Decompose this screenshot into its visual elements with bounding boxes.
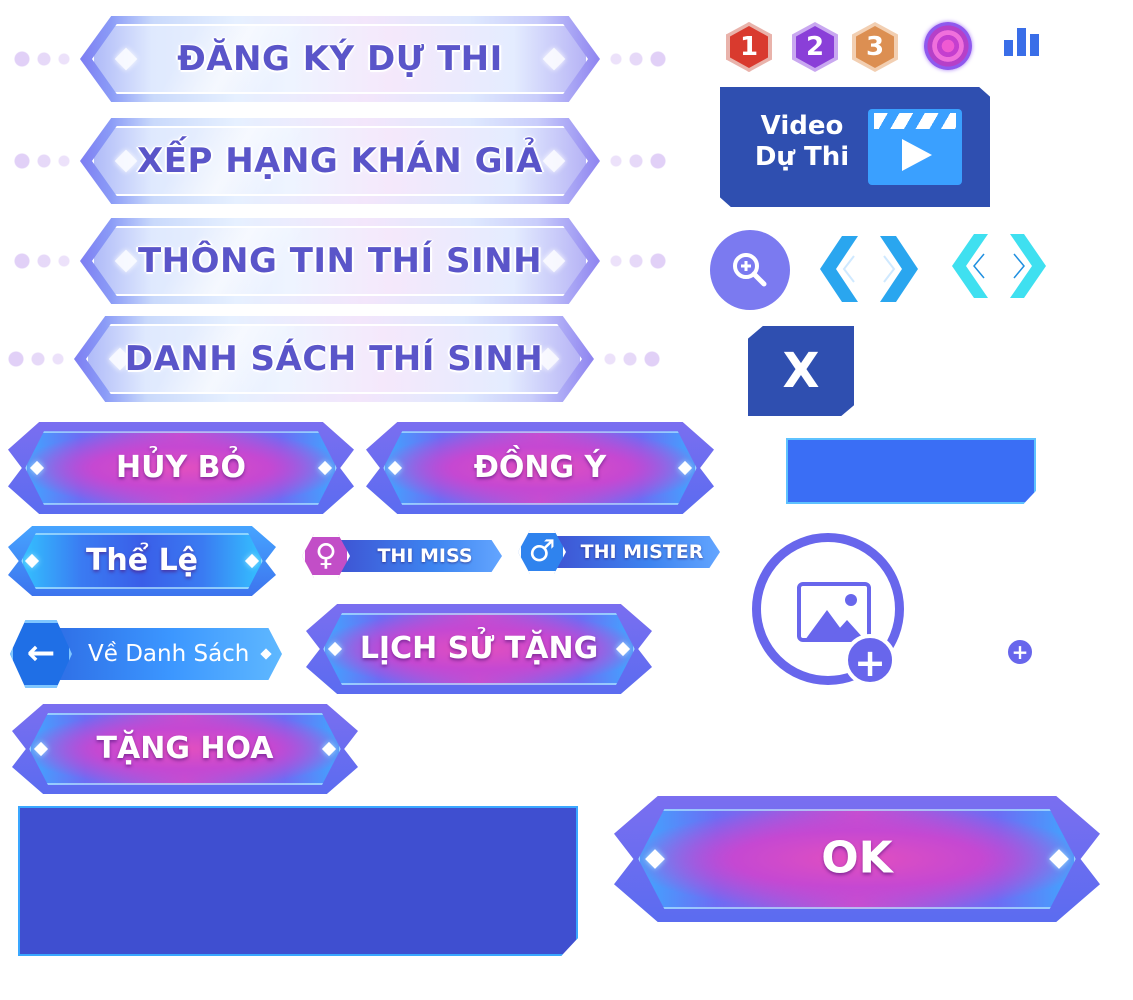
give-flower-button[interactable]: TẶNG HOA	[12, 704, 358, 794]
chevron-left-icon[interactable]	[952, 234, 992, 298]
gift-history-button[interactable]: LỊCH SỬ TẶNG	[306, 604, 652, 694]
rank-1-icon: 1	[726, 22, 772, 72]
contestant-info-banner-button[interactable]: THÔNG TIN THÍ SINH	[10, 218, 670, 304]
content-panel	[18, 806, 578, 956]
give-flower-label: TẶNG HOA	[96, 730, 274, 766]
audience-ranking-label: XẾP HẠNG KHÁN GIẢ	[137, 141, 543, 181]
ok-button[interactable]: OK	[614, 796, 1100, 922]
video-label-line2: Dự Thi	[754, 142, 850, 172]
ok-label: OK	[821, 832, 893, 884]
female-icon: ♀	[315, 538, 337, 573]
plus-icon[interactable]: +	[844, 634, 896, 686]
cancel-label: HỦY BỎ	[115, 449, 246, 485]
bar-chart-icon[interactable]	[1002, 24, 1042, 58]
thi-miss-label: THI MISS	[377, 545, 473, 567]
back-to-list-label: Về Danh Sách	[88, 641, 250, 667]
agree-label: ĐỒNG Ý	[473, 449, 607, 485]
close-button[interactable]: X	[748, 326, 854, 416]
rose-icon	[924, 22, 972, 70]
thi-mister-tab[interactable]: ♂ THI MISTER	[518, 530, 720, 574]
back-to-list-button[interactable]: ← Về Danh Sách	[10, 620, 282, 688]
chevron-right-icon[interactable]	[1006, 234, 1046, 298]
contestant-list-banner-button[interactable]: DANH SÁCH THÍ SINH	[4, 316, 664, 402]
rules-button[interactable]: Thể Lệ	[8, 526, 276, 596]
cancel-button[interactable]: HỦY BỎ	[8, 422, 354, 514]
contest-video-button[interactable]: Video Dự Thi	[720, 87, 990, 207]
thi-miss-tab[interactable]: ♀ THI MISS	[302, 534, 502, 578]
agree-button[interactable]: ĐỒNG Ý	[366, 422, 714, 514]
rules-label: Thể Lệ	[85, 542, 199, 578]
audience-ranking-banner-button[interactable]: XẾP HẠNG KHÁN GIẢ	[10, 118, 670, 204]
video-label-line1: Video	[760, 111, 844, 141]
zoom-in-button[interactable]	[710, 230, 790, 310]
register-label: ĐĂNG KÝ DỰ THI	[177, 39, 503, 79]
gift-history-label: LỊCH SỬ TẶNG	[359, 630, 599, 666]
contestant-list-label: DANH SÁCH THÍ SINH	[124, 339, 544, 379]
male-icon: ♂	[528, 534, 556, 569]
thi-mister-label: THI MISTER	[580, 541, 704, 563]
image-icon	[797, 582, 871, 642]
arrow-left-icon: ←	[26, 633, 56, 673]
chevron-right-icon[interactable]	[876, 236, 918, 302]
register-banner-button[interactable]: ĐĂNG KÝ DỰ THI	[10, 16, 670, 102]
input-box[interactable]	[786, 438, 1036, 504]
plus-icon[interactable]: +	[1006, 638, 1034, 666]
zoom-in-icon	[733, 253, 767, 287]
rank-2-icon: 2	[792, 22, 838, 72]
rank-3-icon: 3	[852, 22, 898, 72]
chevron-left-icon[interactable]	[820, 236, 862, 302]
clapperboard-icon	[868, 109, 962, 185]
contestant-info-label: THÔNG TIN THÍ SINH	[137, 241, 543, 281]
